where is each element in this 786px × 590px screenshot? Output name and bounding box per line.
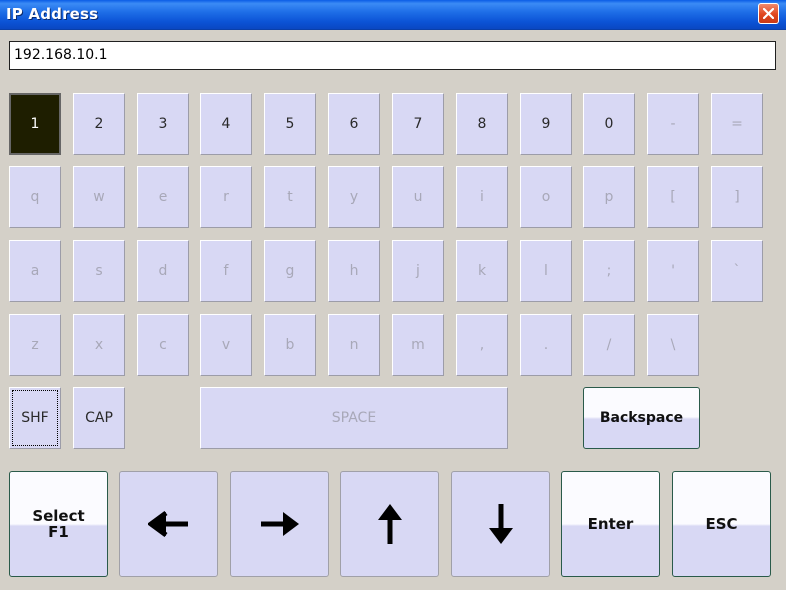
key-row3-9[interactable]: ; — [583, 240, 635, 302]
key-row1-10[interactable]: - — [647, 93, 699, 155]
key-row1-5[interactable]: 6 — [328, 93, 380, 155]
key-row4-3[interactable]: v — [200, 314, 252, 376]
key-row4-5[interactable]: n — [328, 314, 380, 376]
dialog-body: 192.168.10.1 1 2 3 4 5 6 7 8 9 0- = q w e r t y u i o p[] a s d… — [0, 30, 786, 590]
key-row2-8[interactable]: o — [520, 166, 572, 228]
key-row4-9[interactable]: / — [583, 314, 635, 376]
key-row3-1[interactable]: s — [73, 240, 125, 302]
key-row1-2[interactable]: 3 — [137, 93, 189, 155]
key-row4-10[interactable]: \ — [647, 314, 699, 376]
key-row1-9[interactable]: 0 — [583, 93, 635, 155]
select-f1-button[interactable]: Select F1 — [9, 471, 108, 577]
key-row4-1[interactable]: x — [73, 314, 125, 376]
close-button[interactable] — [758, 3, 779, 24]
backspace-button[interactable]: Backspace — [583, 387, 700, 449]
key-row1-11[interactable]: = — [711, 93, 763, 155]
key-row3-10[interactable]: ' — [647, 240, 699, 302]
select-f1-label: Select F1 — [32, 507, 85, 541]
key-row4-2[interactable]: c — [137, 314, 189, 376]
key-row1-6[interactable]: 7 — [392, 93, 444, 155]
right-arrow-button[interactable] — [230, 471, 329, 577]
key-row2-11[interactable]: ] — [711, 166, 763, 228]
enter-button[interactable]: Enter — [561, 471, 660, 577]
key-row3-0[interactable]: a — [9, 240, 61, 302]
close-icon — [763, 8, 774, 19]
arrow-right-icon — [260, 512, 299, 536]
key-row1-0[interactable]: 1 — [9, 93, 61, 155]
window-title: IP Address — [6, 5, 99, 23]
key-row2-5[interactable]: y — [328, 166, 380, 228]
left-arrow-button[interactable] — [119, 471, 218, 577]
esc-label: ESC — [705, 515, 738, 533]
arrow-down-icon — [488, 504, 513, 544]
key-row3-3[interactable]: f — [200, 240, 252, 302]
key-row3-2[interactable]: d — [137, 240, 189, 302]
key-row4-4[interactable]: b — [264, 314, 316, 376]
key-row2-6[interactable]: u — [392, 166, 444, 228]
key-row2-10[interactable]: [ — [647, 166, 699, 228]
key-row1-4[interactable]: 5 — [264, 93, 316, 155]
key-row3-5[interactable]: h — [328, 240, 380, 302]
key-row4-6[interactable]: m — [392, 314, 444, 376]
key-row2-3[interactable]: r — [200, 166, 252, 228]
shift-key[interactable]: SHF — [9, 387, 61, 449]
caps-key[interactable]: CAP — [73, 387, 125, 449]
key-row4-7[interactable]: , — [456, 314, 508, 376]
ip-address-input[interactable]: 192.168.10.1 — [9, 41, 776, 70]
up-arrow-button[interactable] — [340, 471, 439, 577]
down-arrow-button[interactable] — [451, 471, 550, 577]
key-row3-7[interactable]: k — [456, 240, 508, 302]
key-row4-8[interactable]: . — [520, 314, 572, 376]
key-row1-1[interactable]: 2 — [73, 93, 125, 155]
key-row2-1[interactable]: w — [73, 166, 125, 228]
space-key[interactable]: SPACE — [200, 387, 508, 449]
key-row1-3[interactable]: 4 — [200, 93, 252, 155]
key-row3-6[interactable]: j — [392, 240, 444, 302]
key-row1-8[interactable]: 9 — [520, 93, 572, 155]
key-row4-0[interactable]: z — [9, 314, 61, 376]
key-row1-7[interactable]: 8 — [456, 93, 508, 155]
arrow-left-icon — [147, 511, 188, 537]
key-row2-4[interactable]: t — [264, 166, 316, 228]
key-row3-4[interactable]: g — [264, 240, 316, 302]
key-row2-0[interactable]: q — [9, 166, 61, 228]
key-row2-7[interactable]: i — [456, 166, 508, 228]
key-row2-9[interactable]: p — [583, 166, 635, 228]
enter-label: Enter — [587, 515, 634, 533]
key-row2-2[interactable]: e — [137, 166, 189, 228]
arrow-up-icon — [377, 504, 402, 544]
title-bar: IP Address — [0, 0, 786, 30]
key-row3-8[interactable]: l — [520, 240, 572, 302]
key-row3-11[interactable]: ` — [711, 240, 763, 302]
esc-button[interactable]: ESC — [672, 471, 771, 577]
